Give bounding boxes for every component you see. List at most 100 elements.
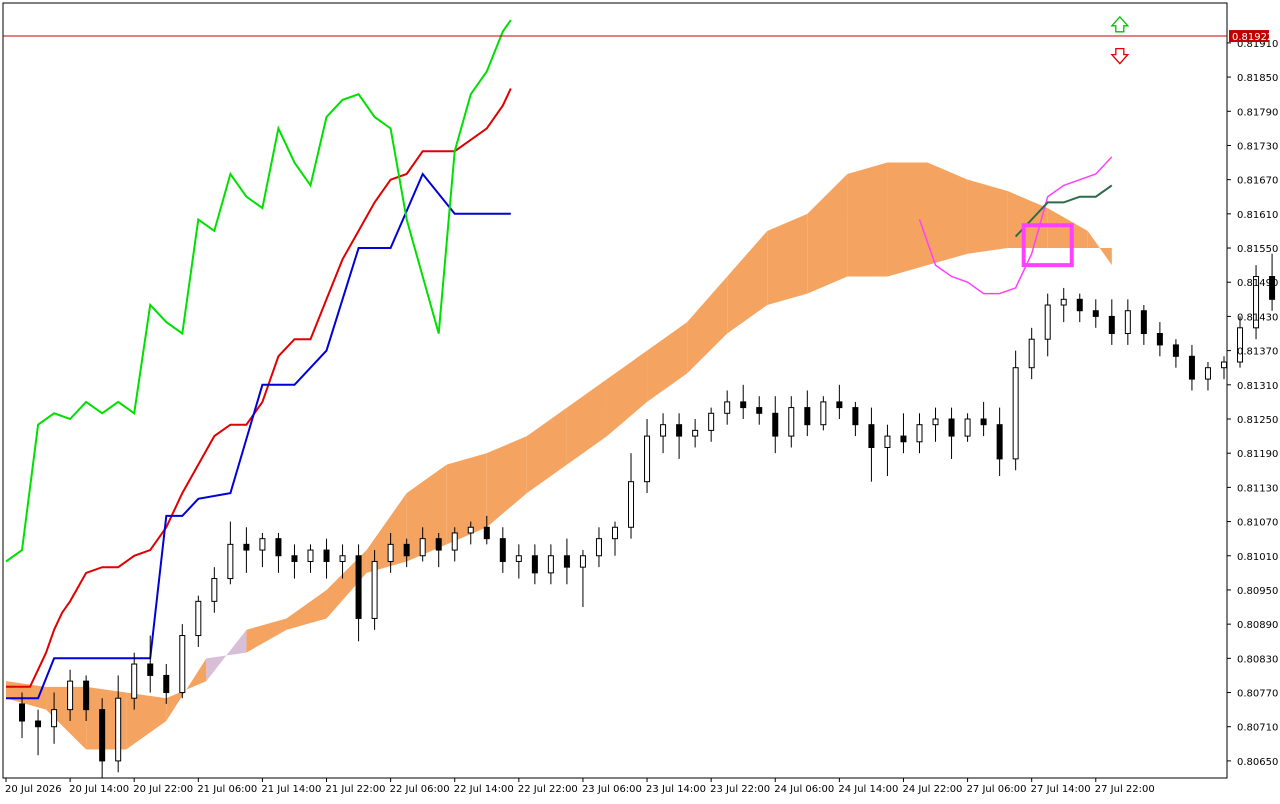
candle-body — [323, 549, 330, 562]
candle-body — [1108, 315, 1115, 335]
price-tick-label: 0.81490 — [1237, 278, 1278, 289]
candle-body — [467, 526, 474, 534]
candle-body — [499, 538, 506, 562]
candle-body — [339, 555, 346, 562]
candle-body — [147, 663, 154, 676]
candle-body — [836, 401, 843, 409]
candle-body — [419, 538, 426, 557]
candle-body — [243, 543, 250, 551]
candle-body — [435, 538, 442, 551]
ichimoku-chart[interactable]: 0.819100.818500.817900.817300.816700.816… — [0, 0, 1280, 800]
candle-body — [740, 401, 747, 409]
candle-body — [996, 424, 1003, 460]
candle-body — [115, 697, 122, 762]
time-tick-label: 23 Jul 06:00 — [582, 784, 642, 795]
cloud-segment — [967, 179, 1008, 254]
price-tick-label: 0.81610 — [1237, 210, 1278, 221]
candle-body — [403, 543, 410, 557]
candle-body — [644, 435, 651, 483]
price-tick-label: 0.81430 — [1237, 312, 1278, 323]
time-tick-label: 27 Jul 14:00 — [1031, 784, 1091, 795]
time-tick-label: 22 Jul 22:00 — [518, 784, 578, 795]
candle-body — [1124, 310, 1131, 335]
candle-body — [1220, 361, 1227, 369]
candle-body — [980, 418, 987, 426]
candle-body — [884, 435, 891, 448]
candle-body — [932, 418, 939, 426]
candle-body — [195, 600, 202, 637]
candle-body — [387, 543, 394, 562]
price-tick-label: 0.81550 — [1237, 244, 1278, 255]
candle-body — [179, 635, 186, 694]
price-tick-label: 0.81130 — [1237, 483, 1278, 494]
candle[interactable] — [1012, 350, 1019, 471]
price-tick-label: 0.81250 — [1237, 415, 1278, 426]
candle-body — [35, 720, 42, 728]
time-tick-label: 21 Jul 06:00 — [197, 784, 257, 795]
candle-body — [163, 674, 170, 694]
cloud-segment — [887, 162, 928, 277]
candle-body — [1172, 344, 1179, 357]
candle-body — [1028, 338, 1035, 369]
cloud-segment — [927, 162, 968, 266]
candle-body — [852, 407, 859, 426]
candle-body — [708, 412, 715, 431]
time-tick-label: 20 Jul 14:00 — [69, 784, 129, 795]
candle[interactable] — [1253, 265, 1260, 340]
candle-body — [660, 424, 667, 437]
price-tick-label: 0.80950 — [1237, 586, 1278, 597]
candle-body — [131, 663, 138, 699]
candle-body — [1156, 333, 1163, 346]
candle-body — [692, 429, 699, 437]
time-tick-label: 22 Jul 06:00 — [390, 784, 450, 795]
candle-body — [1076, 298, 1083, 312]
price-tick-label: 0.81070 — [1237, 518, 1278, 529]
candle-body — [259, 538, 266, 551]
candle-body — [99, 709, 106, 762]
price-tick-label: 0.80830 — [1237, 654, 1278, 665]
candle-body — [19, 703, 26, 722]
candle-body — [676, 424, 683, 437]
time-tick-label: 23 Jul 14:00 — [646, 784, 706, 795]
time-tick-label: 20 Jul 22:00 — [133, 784, 193, 795]
chart-container[interactable]: 0.81910 0.81850 0.81790 0.81730 0.81670 0.816… — [0, 0, 1280, 800]
candle-body — [483, 526, 490, 540]
candle-body — [211, 578, 218, 602]
price-tick-label: 0.80710 — [1237, 723, 1278, 734]
candle[interactable] — [179, 624, 186, 699]
candle-body — [275, 538, 282, 557]
candle-body — [371, 560, 378, 619]
candle-body — [964, 418, 971, 437]
price-tick-label: 0.80890 — [1237, 620, 1278, 631]
candle-body — [531, 555, 538, 574]
price-tick-label: 0.81190 — [1237, 449, 1278, 460]
candle-body — [515, 555, 522, 562]
time-tick-label: 27 Jul 06:00 — [967, 784, 1027, 795]
price-tick-label: 0.81310 — [1237, 381, 1278, 392]
cloud-segment — [847, 162, 888, 277]
candle-body — [1012, 367, 1019, 460]
candle-body — [948, 418, 955, 437]
time-tick-label: 21 Jul 22:00 — [326, 784, 386, 795]
candle-body — [788, 407, 795, 437]
time-tick-label: 24 Jul 14:00 — [838, 784, 898, 795]
price-tick-label: 0.81670 — [1237, 176, 1278, 187]
candle[interactable] — [371, 550, 378, 630]
candle-body — [291, 555, 298, 562]
candle-body — [900, 435, 907, 443]
time-tick-label: 27 Jul 22:00 — [1095, 784, 1155, 795]
candle-body — [1140, 310, 1147, 335]
price-tick-label: 0.81790 — [1237, 107, 1278, 118]
candle-body — [355, 555, 362, 619]
candle-body — [51, 709, 58, 728]
candle-body — [868, 424, 875, 448]
candle-body — [724, 401, 731, 414]
candle-body — [579, 555, 586, 568]
candle-body — [1204, 367, 1211, 380]
candle-body — [1060, 298, 1067, 306]
candle-body — [820, 401, 827, 426]
candle-body — [451, 532, 458, 551]
current-price-label: 0.81922 — [1232, 32, 1273, 43]
time-tick-label: 23 Jul 22:00 — [710, 784, 770, 795]
candle-body — [67, 680, 74, 711]
